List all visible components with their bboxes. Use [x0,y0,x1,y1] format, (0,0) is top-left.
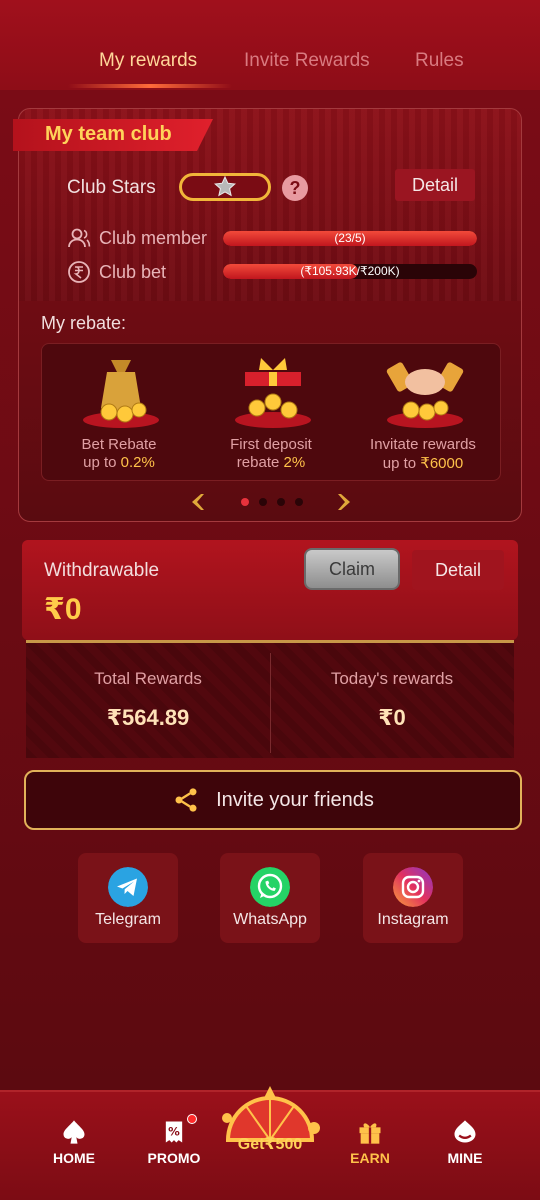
rebate-item-first-deposit-sub: rebate 2% [236,454,306,471]
todays-rewards-label: Today's rewards [330,669,454,688]
rupee-circle-icon [68,261,90,283]
instagram-label: Instagram [377,911,449,928]
pager-dot[interactable] [277,498,285,506]
rebate-pager [187,487,357,517]
rebate-item-bet-title: Bet Rebate [81,436,157,453]
claim-button[interactable]: Claim [304,548,400,590]
telegram-icon [108,867,148,907]
svg-text:%: % [168,1125,180,1139]
nav-mine-label: MINE [447,1150,483,1166]
withdrawable-card: Withdrawable ₹0 Claim Detail [22,540,518,640]
handshake-icon [386,362,464,428]
promo-notification-dot [187,1114,197,1124]
chevron-right-icon[interactable] [333,491,355,513]
tab-bar: My rewards Invite Rewards Rules [0,40,540,90]
pager-dot[interactable] [259,498,267,506]
total-rewards-label: Total Rewards [94,669,202,688]
pager-dot[interactable] [241,498,249,506]
todays-rewards-value: ₹0 [378,705,406,730]
whatsapp-label: WhatsApp [233,911,307,928]
club-bet-label: Club bet [99,261,167,282]
star-icon [214,175,236,197]
lucky-wheel-button[interactable]: Get₹500 [218,1082,322,1166]
invite-friends-button[interactable]: Invite your friends [24,770,522,830]
todays-rewards: Today's rewards ₹0 [270,643,514,761]
withdrawable-label: Withdrawable [44,560,160,581]
telegram-label: Telegram [95,911,161,928]
active-tab-indicator [68,84,232,88]
rebate-item-bet[interactable]: Bet Rebate up to 0.2% [44,344,194,482]
invite-friends-label: Invite your friends [216,788,374,811]
share-icon [175,788,197,812]
club-bet-progress-text: (₹105.93K/₹200K) [300,264,400,278]
club-member-progress-text: (23/5) [334,231,366,245]
nav-promo-label: PROMO [147,1150,201,1166]
rebate-item-invite[interactable]: Invitate rewards up to ₹6000 [348,344,498,482]
club-title: My team club [45,123,172,145]
tab-rules[interactable]: Rules [415,50,464,72]
profile-icon [454,1120,476,1143]
share-instagram[interactable]: Instagram [363,853,463,943]
nav-home[interactable]: HOME [29,1114,119,1184]
nav-earn[interactable]: EARN [325,1114,415,1184]
club-stars-label: Club Stars [67,177,156,198]
club-bet-row: Club bet [67,259,166,285]
rebate-carousel[interactable]: Bet Rebate up to 0.2% First deposit reba… [41,343,501,481]
spade-icon [63,1120,85,1144]
tab-invite-rewards[interactable]: Invite Rewards [244,50,370,72]
team-club-card: My team club Club Stars ? Detail Club me… [13,108,522,522]
lucky-wheel-label: Get₹500 [237,1136,303,1153]
share-whatsapp[interactable]: WhatsApp [220,853,320,943]
withdraw-detail-button[interactable]: Detail [412,550,504,590]
tab-my-rewards[interactable]: My rewards [99,50,197,72]
rebate-item-invite-sub: up to ₹6000 [382,455,464,472]
total-rewards: Total Rewards ₹564.89 [26,643,270,761]
chevron-left-icon[interactable] [187,491,209,513]
prize-wheel-icon [222,1086,320,1142]
money-bag-icon [83,360,159,428]
rebate-item-bet-sub: up to 0.2% [83,454,155,471]
rebate-item-invite-title: Invitate rewards [370,436,476,453]
club-stars-badge [179,173,271,201]
club-detail-button[interactable]: Detail [395,169,475,201]
help-icon[interactable]: ? [282,175,308,201]
withdrawable-amount: ₹0 [44,593,82,626]
nav-home-label: HOME [53,1150,95,1166]
rewards-summary-panel: Total Rewards ₹564.89 Today's rewards ₹0 [26,640,514,758]
total-rewards-value: ₹564.89 [106,705,190,730]
nav-mine[interactable]: MINE [420,1114,510,1184]
nav-promo[interactable]: % PROMO [129,1114,219,1184]
whatsapp-icon [250,867,290,907]
club-member-row: Club member [67,225,207,251]
club-member-progress: (23/5) [223,231,477,246]
rebate-item-first-deposit-title: First deposit [230,436,312,453]
gift-icon [359,1123,381,1144]
rebate-title: My rebate: [41,313,127,333]
gift-box-icon [235,358,311,428]
nav-earn-label: EARN [350,1150,390,1166]
user-icon [68,228,91,248]
club-member-label: Club member [99,227,208,248]
rebate-item-first-deposit[interactable]: First deposit rebate 2% [196,344,346,482]
instagram-icon [393,867,433,907]
club-bet-progress: (₹105.93K/₹200K) [223,264,477,279]
pager-dot[interactable] [295,498,303,506]
share-telegram[interactable]: Telegram [78,853,178,943]
coupon-icon: % [165,1121,183,1143]
